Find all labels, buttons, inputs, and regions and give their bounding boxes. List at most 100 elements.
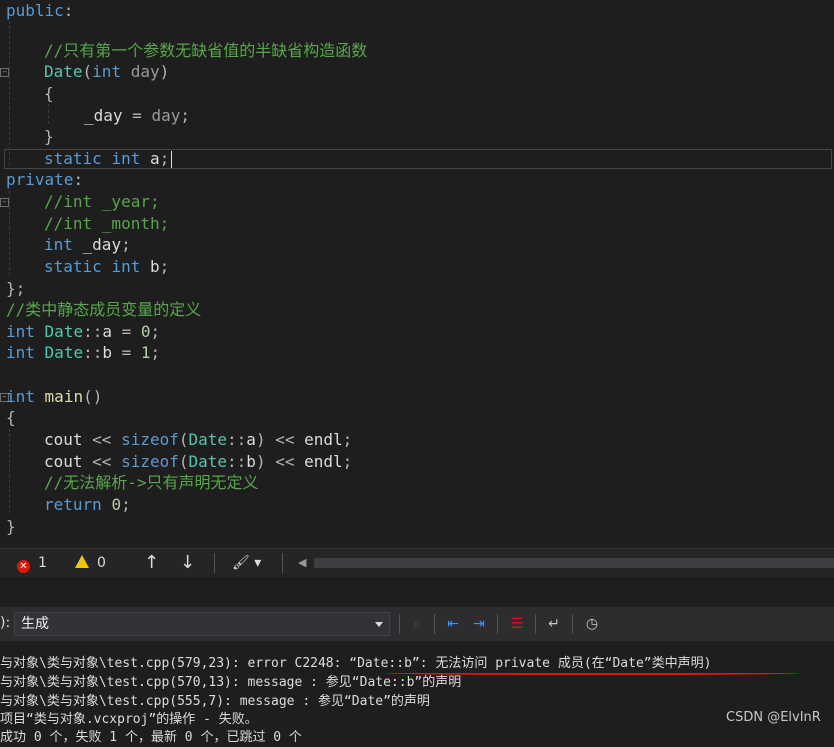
indent-guide bbox=[9, 429, 10, 513]
next-message-icon[interactable]: ⇥ bbox=[468, 613, 490, 635]
output-line[interactable]: 与对象\类与对象\test.cpp(570,13): message : 参见“… bbox=[0, 674, 461, 692]
arrow-up-icon[interactable]: ↑ bbox=[144, 553, 159, 573]
code-token: day bbox=[130, 62, 160, 81]
code-token: b bbox=[102, 343, 112, 362]
text-caret bbox=[171, 151, 172, 168]
prev-message-icon[interactable]: ⇤ bbox=[442, 613, 464, 635]
code-token: ; bbox=[150, 322, 161, 341]
code-line[interactable]: //int _month; bbox=[44, 213, 169, 234]
arrow-down-icon[interactable]: ↓ bbox=[180, 553, 195, 573]
code-line[interactable]: return 0; bbox=[44, 494, 131, 515]
code-line[interactable]: private: bbox=[6, 169, 83, 190]
output-line[interactable]: 与对象\类与对象\test.cpp(555,7): message : 参见“D… bbox=[0, 693, 430, 711]
code-token: Date bbox=[188, 452, 228, 471]
code-line[interactable]: _day = day; bbox=[84, 105, 190, 126]
code-token: public bbox=[6, 1, 64, 20]
code-token: sizeof bbox=[121, 430, 179, 449]
code-line[interactable]: } bbox=[44, 126, 54, 147]
code-token: } bbox=[6, 517, 16, 536]
code-token: Date bbox=[44, 322, 84, 341]
code-token: _day bbox=[84, 106, 123, 125]
code-line[interactable]: int main() bbox=[6, 386, 102, 407]
code-token: Date bbox=[188, 430, 228, 449]
code-line[interactable]: } bbox=[6, 516, 16, 537]
word-wrap-icon[interactable]: ↵ bbox=[543, 613, 565, 635]
code-token: a bbox=[140, 149, 160, 168]
clear-all-icon[interactable]: ☰ bbox=[506, 613, 528, 635]
fold-marker-icon[interactable]: − bbox=[0, 68, 9, 77]
code-token: :: bbox=[83, 322, 103, 341]
code-token: b bbox=[246, 452, 256, 471]
code-token: cout bbox=[44, 452, 83, 471]
code-token: ; bbox=[180, 106, 190, 125]
error-status-bar: ✕ 1 0 ↑ ↓ 🖌 ▾ ◀ bbox=[0, 548, 834, 577]
code-line[interactable]: static int b; bbox=[44, 256, 169, 277]
code-token: int bbox=[92, 62, 122, 81]
code-line[interactable]: int Date::a = 0; bbox=[6, 321, 160, 342]
code-token: static bbox=[44, 257, 102, 276]
code-token: cout bbox=[44, 430, 83, 449]
code-line[interactable]: public: bbox=[6, 0, 73, 21]
indent-guide bbox=[9, 191, 10, 275]
code-line[interactable]: //无法解析->只有声明无定义 bbox=[44, 472, 259, 493]
code-line[interactable]: { bbox=[6, 407, 16, 428]
code-line[interactable]: cout << sizeof(Date::b) << endl; bbox=[44, 451, 352, 472]
code-token: sizeof bbox=[121, 452, 179, 471]
code-line[interactable]: int Date::b = 1; bbox=[6, 342, 160, 363]
output-source-select[interactable]: 生成 bbox=[14, 612, 390, 636]
code-token: () bbox=[83, 387, 103, 406]
scroll-left-icon[interactable]: ◀ bbox=[298, 553, 306, 573]
warning-count[interactable]: 0 bbox=[75, 553, 106, 573]
watermark: CSDN @ElvInR bbox=[726, 710, 821, 725]
code-line[interactable]: cout << sizeof(Date::a) << endl; bbox=[44, 429, 352, 450]
code-token: Date bbox=[44, 343, 84, 362]
code-token: a bbox=[246, 430, 256, 449]
separator bbox=[572, 614, 573, 634]
code-token: main bbox=[44, 387, 84, 406]
code-token: = bbox=[111, 343, 141, 362]
code-token: int bbox=[111, 149, 141, 168]
find-message-icon[interactable]: ⌕ bbox=[406, 613, 428, 635]
brush-icon[interactable]: 🖌 ▾ bbox=[232, 553, 261, 573]
code-line[interactable]: //只有第一个参数无缺省值的半缺省构造函数 bbox=[44, 40, 367, 61]
code-token: 0 bbox=[111, 495, 122, 514]
horizontal-scrollbar[interactable] bbox=[314, 558, 834, 568]
code-editor[interactable]: − − − public://只有第一个参数无缺省值的半缺省构造函数 Date(i… bbox=[0, 0, 834, 548]
code-token: endl bbox=[304, 430, 343, 449]
code-line[interactable]: { bbox=[44, 83, 54, 104]
code-line[interactable]: }; bbox=[6, 278, 25, 299]
code-token: ; bbox=[121, 495, 131, 514]
output-line[interactable]: 成功 0 个，失败 1 个，最新 0 个，已跳过 0 个 bbox=[0, 729, 302, 747]
code-token: //无法解析->只有声明无定义 bbox=[44, 473, 259, 492]
code-token: ; bbox=[159, 149, 170, 168]
code-token: a bbox=[102, 322, 112, 341]
code-token: ) bbox=[255, 430, 266, 449]
code-token: ) bbox=[159, 62, 170, 81]
code-line[interactable]: int _day; bbox=[44, 234, 131, 255]
clock-icon[interactable]: ◷ bbox=[581, 613, 603, 635]
code-line[interactable]: //类中静态成员变量的定义 bbox=[6, 299, 201, 320]
separator bbox=[434, 614, 435, 634]
code-token: } bbox=[44, 127, 54, 146]
code-token: //只有第一个参数无缺省值的半缺省构造函数 bbox=[44, 41, 368, 60]
code-token: : bbox=[63, 1, 74, 20]
code-token: :: bbox=[227, 452, 247, 471]
fold-marker-icon[interactable]: − bbox=[0, 198, 9, 207]
code-token: 1 bbox=[140, 343, 151, 362]
error-count[interactable]: ✕ 1 bbox=[17, 553, 47, 573]
code-line[interactable]: //int _year; bbox=[44, 191, 160, 212]
code-token: int bbox=[111, 257, 141, 276]
code-token: ) bbox=[255, 452, 266, 471]
code-token: ( bbox=[178, 452, 189, 471]
code-token: ; bbox=[159, 257, 170, 276]
code-token: _day bbox=[72, 235, 122, 254]
code-line[interactable]: Date(int day) bbox=[44, 61, 169, 82]
code-token: int bbox=[6, 387, 35, 406]
code-line[interactable]: static int a; bbox=[44, 148, 169, 169]
output-line[interactable]: 项目“类与对象.vcxproj”的操作 - 失败。 bbox=[0, 711, 258, 729]
code-token: b bbox=[140, 257, 160, 276]
